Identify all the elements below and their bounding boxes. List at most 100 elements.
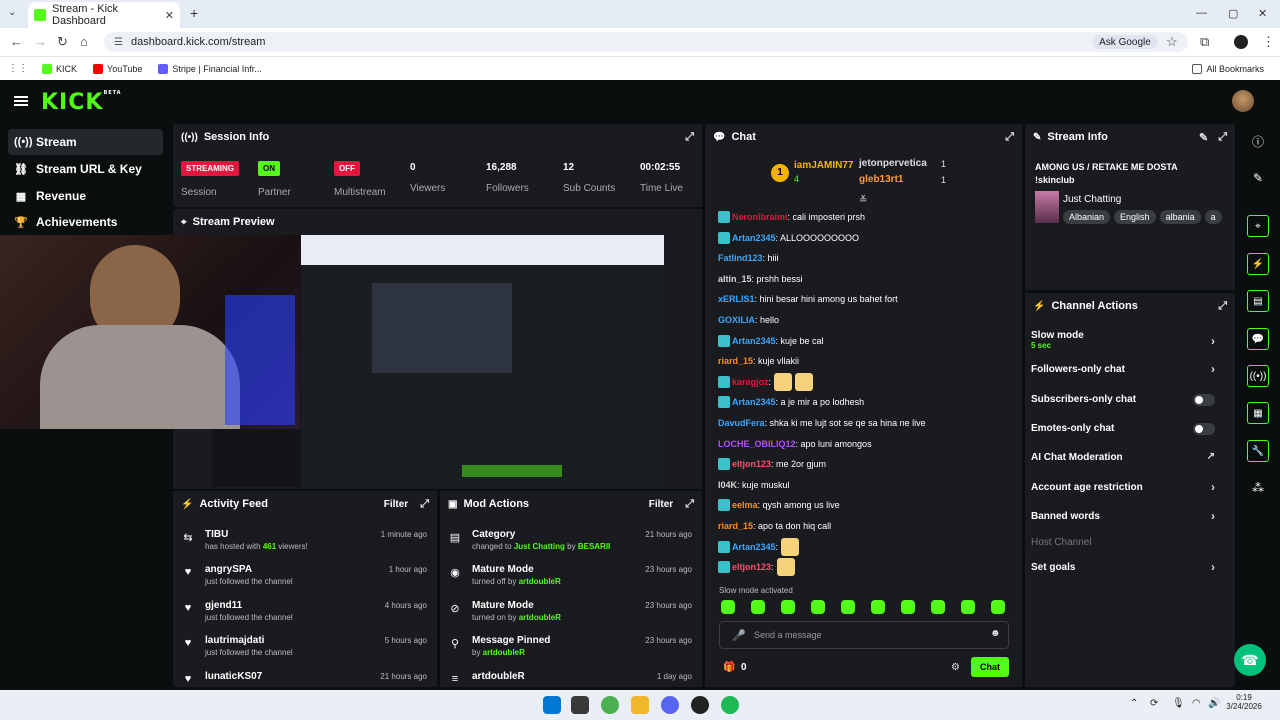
- set-goals-row[interactable]: Set goals ›: [1031, 560, 1221, 574]
- emotes-only-row[interactable]: Emotes-only chat: [1031, 423, 1221, 435]
- shortcut-broadcast-icon[interactable]: ((•)): [1238, 362, 1278, 390]
- address-bar[interactable]: ☰ dashboard.kick.com/stream: [104, 32, 1188, 52]
- chat-username[interactable]: eltjon123: [732, 562, 771, 572]
- quick-emote-icon[interactable]: [721, 600, 735, 614]
- expand-icon[interactable]: ⤢: [685, 498, 694, 511]
- account-age-row[interactable]: Account age restriction ›: [1031, 480, 1221, 494]
- chat-message[interactable]: GOXILIA: hello: [718, 312, 779, 328]
- chat-username[interactable]: karagjoz: [732, 377, 769, 387]
- close-tab-icon[interactable]: ✕: [165, 9, 174, 22]
- extensions-icon[interactable]: ⧉: [1200, 34, 1209, 50]
- chat-username[interactable]: Artan2345: [732, 233, 776, 243]
- expand-icon[interactable]: ⤢: [1218, 131, 1227, 144]
- ask-google-button[interactable]: Ask Google: [1092, 35, 1158, 49]
- sidebar-item-achievements[interactable]: 🏆 Achievements: [8, 209, 163, 235]
- gift-icon[interactable]: 🎁: [723, 662, 735, 673]
- bookmark-youtube[interactable]: YouTube: [93, 63, 142, 74]
- task-view-icon[interactable]: [571, 696, 589, 714]
- mic-tray-icon[interactable]: 🎙: [1172, 698, 1185, 709]
- chat-username[interactable]: eelma: [732, 500, 758, 510]
- chat-message[interactable]: LOCHE_OBILIQ12: apo luni amongos: [718, 436, 872, 452]
- chat-message[interactable]: xERLIS1: hini besar hini among us bahet …: [718, 291, 898, 307]
- chat-message[interactable]: karagjoz:: [718, 372, 814, 391]
- site-info-icon[interactable]: ☰: [114, 37, 123, 48]
- subscribers-only-row[interactable]: Subscribers-only chat: [1031, 394, 1221, 406]
- chat-username[interactable]: I04K: [718, 480, 737, 490]
- shortcut-grid-icon[interactable]: ▦: [1238, 399, 1278, 427]
- shortcut-capture-icon[interactable]: ⌖: [1238, 212, 1278, 240]
- quick-emote-icon[interactable]: [841, 600, 855, 614]
- chat-message[interactable]: eltjon123:: [718, 558, 795, 577]
- chat-username[interactable]: riard_15: [718, 356, 753, 366]
- quick-emote-icon[interactable]: [931, 600, 945, 614]
- chat-username[interactable]: GOXILIA: [718, 315, 755, 325]
- sidebar-item-stream[interactable]: ((•)) Stream: [8, 129, 163, 155]
- quick-emote-icon[interactable]: [871, 600, 885, 614]
- menu-kebab-icon[interactable]: ⋮: [1262, 34, 1275, 50]
- chat-username[interactable]: xERLIS1: [718, 294, 755, 304]
- wifi-icon[interactable]: ◠: [1192, 698, 1201, 709]
- back-icon[interactable]: ←: [10, 34, 23, 49]
- gifter-name[interactable]: jetonpervetica: [859, 158, 927, 169]
- expand-icon[interactable]: ⤢: [1005, 131, 1014, 144]
- chat-username[interactable]: eltjon123: [732, 459, 771, 469]
- shortcut-wrench-icon[interactable]: 🔧: [1238, 437, 1278, 465]
- layout-icon[interactable]: ⁂: [1238, 474, 1278, 502]
- slow-mode-row[interactable]: Slow mode 5 sec ›: [1031, 330, 1221, 350]
- top-gifter-name[interactable]: iamJAMIN77: [794, 160, 853, 171]
- profile-icon[interactable]: [1234, 35, 1248, 49]
- chrome-icon[interactable]: [601, 696, 619, 714]
- apps-icon[interactable]: ⋮⋮: [8, 63, 28, 74]
- chat-message[interactable]: Fatlind123: hiii: [718, 250, 779, 266]
- banned-words-row[interactable]: Banned words ›: [1031, 509, 1221, 523]
- activity-filter-button[interactable]: Filter: [384, 499, 408, 510]
- mod-filter-button[interactable]: Filter: [649, 499, 673, 510]
- user-avatar[interactable]: [1232, 90, 1254, 112]
- spotify-icon[interactable]: [721, 696, 739, 714]
- minimize-icon[interactable]: —: [1196, 7, 1207, 19]
- chat-username[interactable]: Neronlbraimi: [732, 212, 788, 222]
- quick-emote-icon[interactable]: [991, 600, 1005, 614]
- bookmark-star-icon[interactable]: ☆: [1166, 34, 1178, 50]
- followers-only-row[interactable]: Followers-only chat ›: [1031, 362, 1221, 376]
- bookmark-kick[interactable]: KICK: [42, 63, 77, 74]
- volume-icon[interactable]: 🔊: [1208, 698, 1220, 709]
- shortcut-chat-icon[interactable]: 💬: [1238, 325, 1278, 353]
- chat-message[interactable]: riard_15: kuje vllakii: [718, 353, 799, 369]
- shortcut-bolt-icon[interactable]: ⚡: [1238, 250, 1278, 278]
- discord-icon[interactable]: [661, 696, 679, 714]
- windows-start-icon[interactable]: [543, 696, 561, 714]
- support-headset-icon[interactable]: ☎: [1234, 644, 1266, 676]
- edit-icon[interactable]: ✎: [1199, 131, 1208, 144]
- host-channel-row[interactable]: Host Channel: [1031, 537, 1221, 548]
- file-explorer-icon[interactable]: [631, 696, 649, 714]
- hamburger-menu-icon[interactable]: [14, 96, 28, 106]
- quick-emote-icon[interactable]: [781, 600, 795, 614]
- category-name[interactable]: Just Chatting: [1063, 194, 1121, 205]
- chat-message[interactable]: Artan2345: kuje be cal: [718, 333, 824, 349]
- chat-message[interactable]: Artan2345:: [718, 537, 800, 556]
- chat-message[interactable]: eelma: qysh among us live: [718, 497, 840, 513]
- close-window-icon[interactable]: ✕: [1258, 7, 1267, 20]
- expand-icon[interactable]: ⤢: [420, 498, 429, 511]
- kick-logo[interactable]: KICKBETA: [41, 90, 122, 115]
- chat-input[interactable]: 🎤 Send a message ☻: [719, 621, 1009, 649]
- sidebar-item-stream-url[interactable]: ⛓ Stream URL & Key: [8, 156, 163, 182]
- chat-username[interactable]: Fatlind123: [718, 253, 763, 263]
- ai-moderation-row[interactable]: AI Chat Moderation ↗: [1031, 451, 1221, 463]
- tray-sync-icon[interactable]: ⟳: [1150, 698, 1158, 709]
- maximize-icon[interactable]: ▢: [1228, 7, 1238, 20]
- chat-message[interactable]: Neronlbraimi: cali imposteri prsh: [718, 209, 865, 225]
- send-chat-button[interactable]: Chat: [971, 657, 1009, 677]
- chat-message[interactable]: DavudFera: shka ki me lujt sot se qe sa …: [718, 415, 926, 431]
- chat-username[interactable]: riard_15: [718, 521, 753, 531]
- chat-username[interactable]: Artan2345: [732, 336, 776, 346]
- reload-icon[interactable]: ↻: [57, 34, 68, 50]
- expand-icon[interactable]: ⤢: [685, 131, 694, 144]
- chat-username[interactable]: altin_15: [718, 274, 752, 284]
- emotes-only-toggle[interactable]: [1193, 423, 1215, 435]
- new-tab-icon[interactable]: +: [190, 5, 198, 21]
- quick-emote-icon[interactable]: [901, 600, 915, 614]
- shortcut-notes-icon[interactable]: ▤: [1238, 287, 1278, 315]
- forward-icon[interactable]: →: [34, 34, 47, 49]
